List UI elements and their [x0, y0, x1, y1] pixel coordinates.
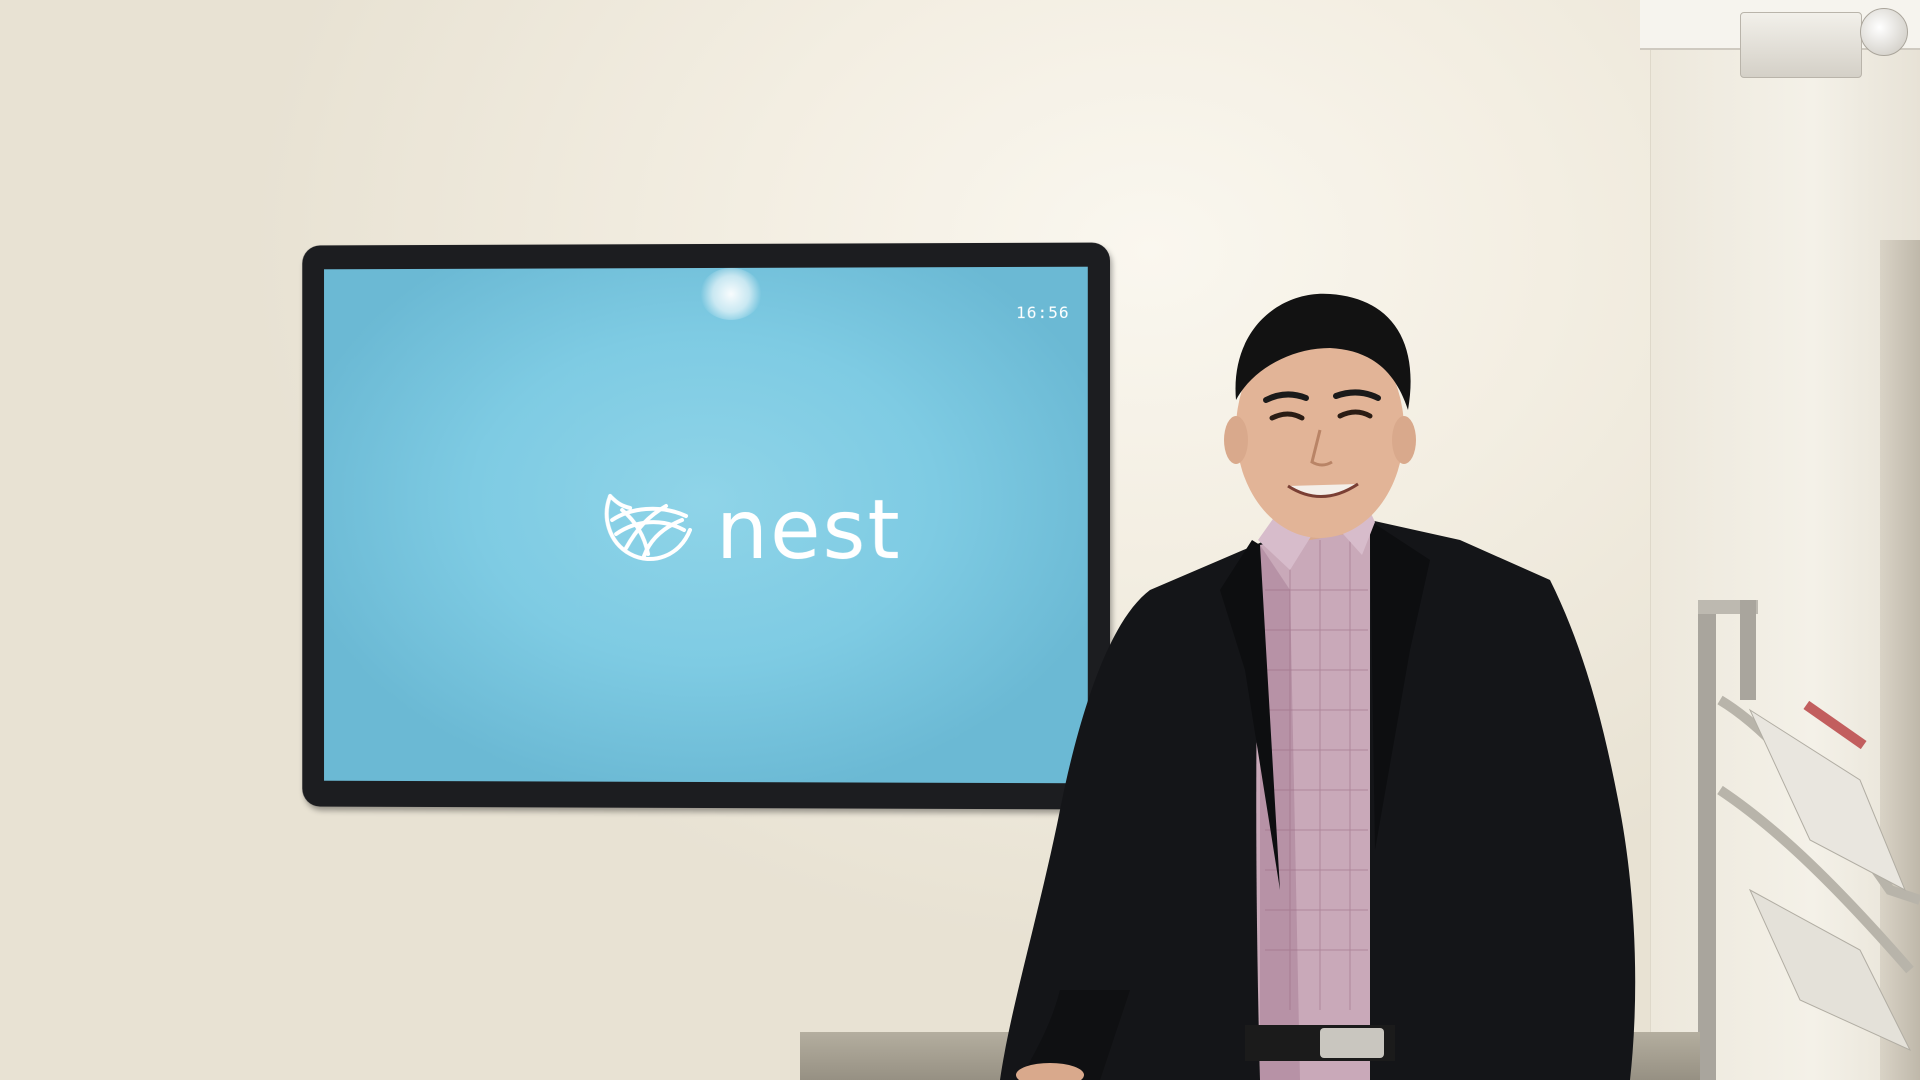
nest-logo-icon: [605, 494, 693, 562]
ceiling-sensor-icon: [1860, 8, 1908, 56]
photo-scene: 16:56 nest: [0, 0, 1920, 1080]
ceiling-device: [1740, 12, 1862, 78]
monitor-screen: 16:56 nest: [324, 266, 1088, 784]
wall-monitor: 16:56 nest: [302, 242, 1111, 810]
display-rack: [1698, 600, 1920, 1080]
nest-logo: nest: [600, 482, 902, 579]
person: [1000, 293, 1636, 1080]
logo-text: nest: [715, 482, 902, 579]
screen-glare: [700, 267, 763, 321]
